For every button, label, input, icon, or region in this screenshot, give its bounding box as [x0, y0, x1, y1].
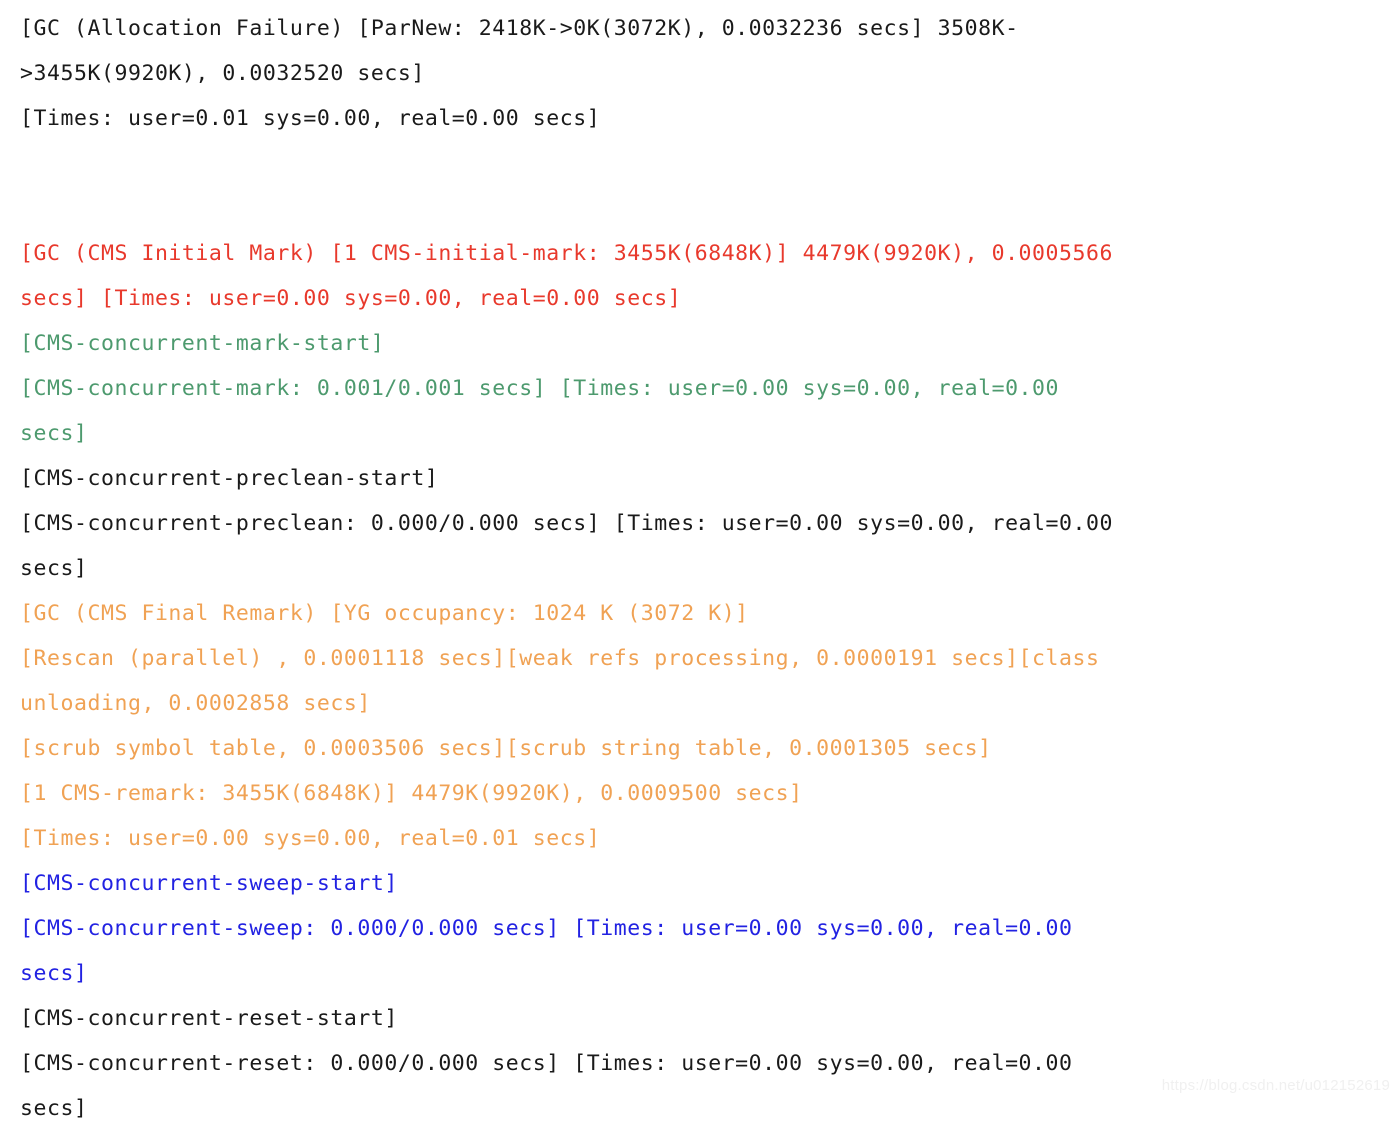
log-line: [Times: user=0.00 sys=0.00, real=0.01 se…	[20, 826, 601, 851]
log-blank-line	[20, 186, 1392, 231]
log-line: secs]	[20, 961, 88, 986]
log-line: [CMS-concurrent-preclean-start]	[20, 466, 439, 491]
log-line: unloading, 0.0002858 secs]	[20, 691, 371, 716]
log-line-list: [GC (Allocation Failure) [ParNew: 2418K-…	[20, 6, 1392, 1131]
log-line: [Times: user=0.01 sys=0.00, real=0.00 se…	[20, 106, 601, 131]
log-line: [CMS-concurrent-preclean: 0.000/0.000 se…	[20, 511, 1114, 536]
log-line: [GC (Allocation Failure) [ParNew: 2418K-…	[20, 16, 1019, 41]
log-line: secs]	[20, 421, 88, 446]
gc-log-output: [GC (Allocation Failure) [ParNew: 2418K-…	[0, 0, 1400, 1121]
log-line: secs]	[20, 556, 88, 581]
watermark-text: https://blog.csdn.net/u012152619	[1161, 1077, 1390, 1094]
log-line: [GC (CMS Initial Mark) [1 CMS-initial-ma…	[20, 241, 1114, 266]
log-line: [GC (CMS Final Remark) [YG occupancy: 10…	[20, 601, 749, 626]
log-line: [scrub symbol table, 0.0003506 secs][scr…	[20, 736, 992, 761]
log-line: [CMS-concurrent-sweep-start]	[20, 871, 398, 896]
log-line: [Rescan (parallel) , 0.0001118 secs][wea…	[20, 646, 1100, 671]
log-line: [1 CMS-remark: 3455K(6848K)] 4479K(9920K…	[20, 781, 803, 806]
log-line: [CMS-concurrent-mark-start]	[20, 331, 385, 356]
log-line: [CMS-concurrent-sweep: 0.000/0.000 secs]…	[20, 916, 1073, 941]
log-line: >3455K(9920K), 0.0032520 secs]	[20, 61, 425, 86]
log-line: [CMS-concurrent-mark: 0.001/0.001 secs] …	[20, 376, 1060, 401]
log-line: [CMS-concurrent-reset-start]	[20, 1006, 398, 1031]
log-line: secs] [Times: user=0.00 sys=0.00, real=0…	[20, 286, 682, 311]
log-blank-line	[20, 141, 1392, 186]
